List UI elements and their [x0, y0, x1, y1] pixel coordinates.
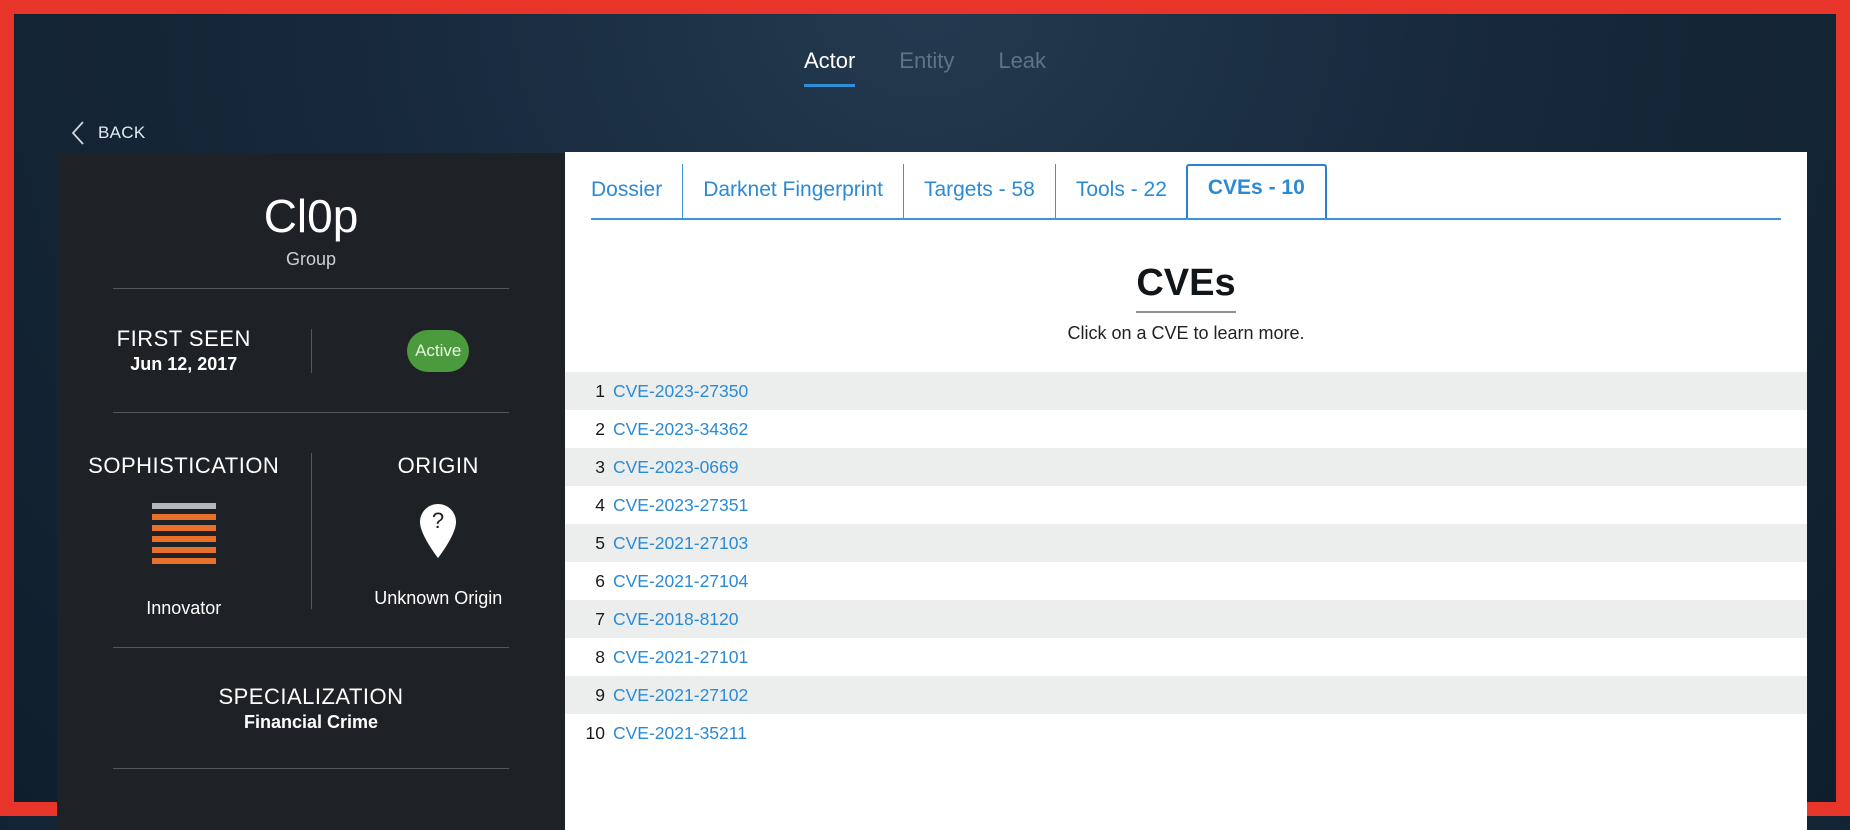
sophistication-label: SOPHISTICATION — [88, 453, 280, 478]
list-item: 8 CVE-2021-27101 — [565, 638, 1807, 676]
cve-link[interactable]: CVE-2018-8120 — [613, 609, 739, 630]
cves-subtitle: Click on a CVE to learn more. — [1067, 323, 1305, 343]
item-number: 7 — [595, 608, 605, 629]
item-number: 2 — [595, 418, 605, 439]
list-item: 3 CVE-2023-0669 — [565, 448, 1807, 486]
item-number: 3 — [595, 456, 605, 477]
tab-targets[interactable]: Targets - 58 — [904, 164, 1056, 218]
map-pin-question-icon: ? — [420, 504, 457, 558]
back-button[interactable]: BACK — [70, 120, 146, 146]
list-item: 5 CVE-2021-27103 — [565, 524, 1807, 562]
tab-tools[interactable]: Tools - 22 — [1056, 164, 1187, 218]
cve-link[interactable]: CVE-2023-27351 — [613, 495, 748, 516]
tab-dossier[interactable]: Dossier — [591, 164, 684, 218]
nav-tab-entity[interactable]: Entity — [899, 48, 954, 87]
item-number: 6 — [595, 570, 605, 591]
cve-link[interactable]: CVE-2021-35211 — [613, 723, 747, 744]
list-item: 1 CVE-2023-27350 — [565, 372, 1807, 410]
origin: ORIGIN ? Unknown Origin — [312, 453, 566, 647]
cve-link[interactable]: CVE-2021-27101 — [613, 647, 748, 668]
cve-link[interactable]: CVE-2021-27104 — [613, 571, 748, 592]
svg-text:?: ? — [432, 508, 444, 533]
cve-link[interactable]: CVE-2021-27103 — [613, 533, 748, 554]
cve-list: 1 CVE-2023-27350 2 CVE-2023-34362 3 CVE-202… — [565, 372, 1807, 752]
first-seen-date: Jun 12, 2017 — [130, 354, 238, 374]
cves-title: CVEs — [1136, 262, 1236, 313]
cve-link[interactable]: CVE-2023-0669 — [613, 457, 739, 478]
specialization-label: SPECIALIZATION — [218, 684, 404, 709]
status-badge: Active — [407, 329, 470, 372]
detail-panel: Dossier Darknet Fingerprint Targets - 58… — [565, 152, 1807, 830]
nav-tab-leak[interactable]: Leak — [998, 48, 1046, 87]
item-number: 9 — [595, 684, 605, 705]
specialization: SPECIALIZATION Financial Crime — [57, 648, 565, 768]
first-seen-label: FIRST SEEN — [116, 326, 251, 351]
specialization-value: Financial Crime — [243, 712, 379, 732]
first-seen-row: FIRST SEEN Jun 12, 2017 Active — [57, 289, 565, 412]
status-col: Active — [312, 329, 566, 372]
list-item: 10 CVE-2021-35211 — [565, 714, 1807, 752]
cve-link[interactable]: CVE-2023-34362 — [613, 419, 748, 440]
sophistication: SOPHISTICATION Innovator — [57, 453, 311, 647]
sophistication-origin-row: SOPHISTICATION Innovator ORIGIN ? Unknow… — [57, 413, 565, 647]
item-number: 5 — [595, 532, 605, 553]
origin-label: ORIGIN — [397, 453, 479, 478]
detail-tabs: Dossier Darknet Fingerprint Targets - 58… — [591, 164, 1781, 220]
list-item: 2 CVE-2023-34362 — [565, 410, 1807, 448]
cves-heading: CVEs Click on a CVE to learn more. — [565, 262, 1807, 344]
chevron-left-icon — [71, 121, 84, 145]
divider — [113, 768, 509, 769]
nav-tab-actor[interactable]: Actor — [803, 48, 856, 87]
actor-profile-panel: Cl0p Group FIRST SEEN Jun 12, 2017 Activ… — [57, 153, 565, 830]
top-nav: Actor Entity Leak — [14, 48, 1836, 87]
tab-darknet-fingerprint[interactable]: Darknet Fingerprint — [683, 164, 904, 218]
origin-pin: ? — [419, 503, 457, 564]
list-item: 9 CVE-2021-27102 — [565, 676, 1807, 714]
origin-value: Unknown Origin — [374, 588, 503, 608]
list-item: 7 CVE-2018-8120 — [565, 600, 1807, 638]
sophistication-value: Innovator — [146, 598, 222, 618]
cve-link[interactable]: CVE-2021-27102 — [613, 685, 748, 706]
list-item: 6 CVE-2021-27104 — [565, 562, 1807, 600]
item-number: 10 — [585, 722, 605, 743]
first-seen: FIRST SEEN Jun 12, 2017 — [57, 326, 311, 375]
item-number: 8 — [595, 646, 605, 667]
sophistication-meter — [151, 503, 216, 570]
list-item: 4 CVE-2023-27351 — [565, 486, 1807, 524]
tab-cves[interactable]: CVEs - 10 — [1185, 164, 1327, 218]
actor-type: Group — [285, 249, 337, 269]
cve-link[interactable]: CVE-2023-27350 — [613, 381, 748, 402]
item-number: 1 — [595, 380, 605, 401]
item-number: 4 — [595, 494, 605, 515]
sophistication-bars-icon — [151, 503, 216, 564]
back-label: BACK — [98, 123, 146, 142]
actor-name: Cl0p — [263, 190, 359, 242]
